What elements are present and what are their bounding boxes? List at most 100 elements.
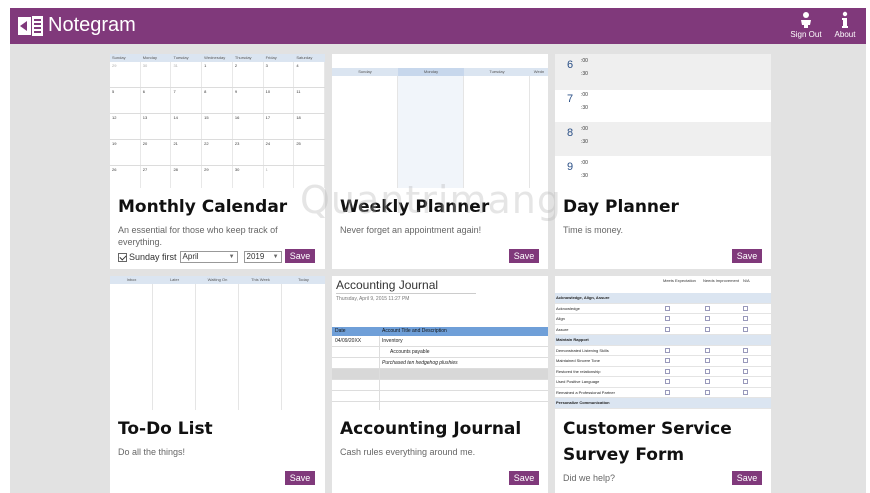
rating-checkbox[interactable] xyxy=(705,379,710,384)
hour-label: 6 xyxy=(567,59,574,71)
survey-row-label: Maintained Sincere Tone xyxy=(556,358,600,363)
save-button[interactable]: Save xyxy=(732,471,762,485)
survey-row: Remained a Professional Partner xyxy=(555,388,771,398)
template-card-weekly-planner[interactable]: Sunday Monday Tuesday Wedn Weekly Planne… xyxy=(332,54,548,269)
weekly-planner-preview: Sunday Monday Tuesday Wedn xyxy=(332,54,548,188)
card-title: To-Do List xyxy=(118,419,213,439)
journal-account-cell: Inventory xyxy=(382,338,403,344)
rating-checkbox[interactable] xyxy=(665,389,670,395)
rating-checkbox[interactable] xyxy=(705,316,710,321)
weekday-label: Sunday xyxy=(112,55,126,60)
save-button[interactable]: Save xyxy=(285,249,315,263)
survey-row: Maintained Sincere Tone xyxy=(555,356,771,367)
template-gallery: Sunday Monday Tuesday Wednesday Thursday… xyxy=(10,44,866,493)
weekday-label: Thursday xyxy=(234,55,252,60)
calendar-day: 8 xyxy=(202,88,233,113)
rating-checkbox[interactable] xyxy=(705,368,710,374)
calendar-day: 6 xyxy=(141,88,172,113)
calendar-day: 29 xyxy=(110,62,141,87)
template-card-customer-service-survey-form[interactable]: Meets Expectation Needs Improvement N/A … xyxy=(555,276,771,493)
list-column xyxy=(153,284,196,410)
sunday-first-checkbox[interactable] xyxy=(118,252,127,262)
survey-row: Restored the relationship xyxy=(555,367,771,377)
day-column xyxy=(398,76,464,188)
calendar-day: 18 xyxy=(294,114,325,139)
survey-row-label: Align xyxy=(556,316,565,321)
rating-checkbox[interactable] xyxy=(665,347,670,353)
calendar-week-row: 5 6 7 8 9 10 11 xyxy=(110,88,325,114)
save-button[interactable]: Save xyxy=(732,249,762,263)
template-card-accounting-journal[interactable]: Accounting Journal Thursday, April 9, 20… xyxy=(332,276,548,493)
weekday-label: Friday xyxy=(265,55,277,60)
rating-checkbox[interactable] xyxy=(743,326,748,332)
rating-checkbox[interactable] xyxy=(743,347,748,353)
about-button[interactable]: About xyxy=(825,11,865,43)
rating-checkbox[interactable] xyxy=(705,305,710,311)
list-column-label: Today xyxy=(282,276,325,284)
chevron-down-icon: ▼ xyxy=(272,254,279,260)
list-column-label: Waiting On xyxy=(196,276,239,284)
card-title: Weekly Planner xyxy=(340,197,490,217)
save-button[interactable]: Save xyxy=(509,471,539,485)
journal-row: 04/09/20XX Inventory xyxy=(332,336,548,347)
rating-checkbox[interactable] xyxy=(705,347,710,353)
rating-checkbox[interactable] xyxy=(665,358,670,363)
calendar-day: 28 xyxy=(171,166,203,188)
rating-checkbox[interactable] xyxy=(705,389,710,395)
accounting-journal-preview: Accounting Journal Thursday, April 9, 20… xyxy=(332,276,548,410)
year-select-value: 2019 xyxy=(246,252,265,261)
weekday-label: Monday xyxy=(398,68,464,76)
app-window: Notegram Sign Out About Sunday Monday Tu… xyxy=(0,0,870,493)
survey-row: Assure xyxy=(555,325,771,335)
calendar-weekday-header: Sunday Monday Tuesday Wednesday Thursday… xyxy=(110,54,325,62)
column-header: Meets Expectation xyxy=(663,278,696,283)
rating-checkbox[interactable] xyxy=(665,379,670,384)
calendar-day: 10 xyxy=(264,88,295,113)
rating-checkbox[interactable] xyxy=(705,358,710,363)
info-icon xyxy=(842,11,848,28)
rating-checkbox[interactable] xyxy=(665,305,670,311)
list-column-label: Inbox xyxy=(110,276,153,284)
rating-checkbox[interactable] xyxy=(743,358,748,363)
journal-heading: Accounting Journal xyxy=(336,278,439,292)
calendar-day: 21 xyxy=(171,140,203,165)
rating-checkbox[interactable] xyxy=(665,368,670,374)
rating-checkbox[interactable] xyxy=(743,389,748,395)
calendar-day: 23 xyxy=(233,140,264,165)
rating-checkbox[interactable] xyxy=(665,316,670,321)
rating-checkbox[interactable] xyxy=(665,326,670,332)
template-card-to-do-list[interactable]: Inbox Later Waiting On This Week Today T… xyxy=(110,276,325,493)
year-select[interactable]: 2019 ▼ xyxy=(243,251,282,263)
weekday-label: Saturday xyxy=(296,55,313,60)
save-button[interactable]: Save xyxy=(509,249,539,263)
column-header: Account Title and Description xyxy=(382,328,447,334)
rating-checkbox[interactable] xyxy=(743,379,748,384)
survey-row: Personalize Communication xyxy=(555,398,771,409)
minute-label: :00 xyxy=(581,160,588,166)
sign-out-button[interactable]: Sign Out xyxy=(786,11,826,43)
month-select[interactable]: April ▼ xyxy=(179,251,238,263)
rating-checkbox[interactable] xyxy=(743,316,748,321)
calendar-week-row: 19 20 21 22 23 24 25 xyxy=(110,140,325,166)
column-header: Needs Improvement xyxy=(703,278,740,283)
calendar-day xyxy=(294,166,325,188)
template-card-monthly-calendar[interactable]: Sunday Monday Tuesday Wednesday Thursday… xyxy=(110,54,325,269)
template-card-day-planner[interactable]: 6 :00 :30 7 :00 :30 8 :00 :30 9 :00 :30 … xyxy=(555,54,771,269)
calendar-day: 30 xyxy=(141,62,172,87)
list-column-label: This Week xyxy=(239,276,282,284)
calendar-day: 12 xyxy=(110,114,141,139)
survey-row-label: Used Positive Language xyxy=(556,379,600,384)
journal-date-cell: 04/09/20XX xyxy=(335,338,362,344)
journal-row xyxy=(332,391,548,402)
survey-row-label: Assure xyxy=(556,326,569,332)
column-header: Date xyxy=(335,328,346,334)
rating-checkbox[interactable] xyxy=(743,305,748,311)
calendar-day: 5 xyxy=(110,88,141,113)
rating-checkbox[interactable] xyxy=(743,368,748,374)
day-planner-preview: 6 :00 :30 7 :00 :30 8 :00 :30 9 :00 :30 xyxy=(555,54,771,188)
rating-checkbox[interactable] xyxy=(705,326,710,332)
minute-label: :00 xyxy=(581,126,588,132)
hour-label: 9 xyxy=(567,161,574,173)
user-icon xyxy=(801,12,811,28)
save-button[interactable]: Save xyxy=(285,471,315,485)
